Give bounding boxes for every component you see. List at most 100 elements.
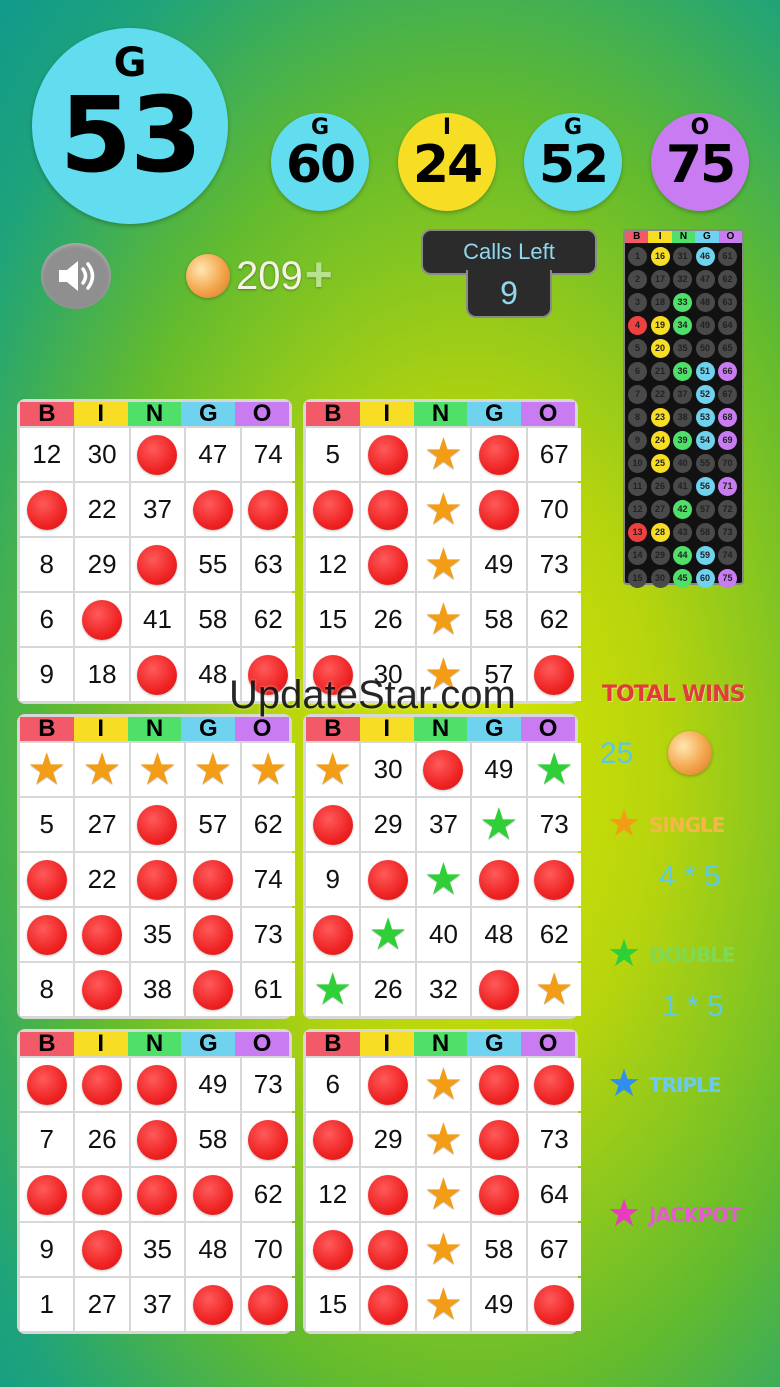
- card-number-cell[interactable]: 5: [306, 428, 360, 481]
- daubed-cell[interactable]: [472, 853, 526, 906]
- card-number-cell[interactable]: 58: [472, 593, 526, 646]
- daubed-cell[interactable]: [241, 483, 295, 536]
- card-number-cell[interactable]: 73: [527, 798, 581, 851]
- daubed-cell[interactable]: [75, 1058, 129, 1111]
- daubed-cell[interactable]: [20, 1168, 74, 1221]
- card-number-cell[interactable]: 30: [75, 428, 129, 481]
- card-number-cell[interactable]: 37: [130, 483, 185, 536]
- card-number-cell[interactable]: 29: [75, 538, 129, 591]
- card-number-cell[interactable]: 12: [306, 1168, 360, 1221]
- card-number-cell[interactable]: 62: [527, 593, 581, 646]
- card-number-cell[interactable]: 40: [416, 908, 471, 961]
- card-number-cell[interactable]: 9: [306, 853, 360, 906]
- daubed-cell[interactable]: [186, 1168, 240, 1221]
- card-number-cell[interactable]: 73: [241, 908, 295, 961]
- card-number-cell[interactable]: 29: [361, 1113, 415, 1166]
- card-number-cell[interactable]: 15: [306, 593, 360, 646]
- daubed-cell[interactable]: [130, 428, 185, 481]
- card-number-cell[interactable]: 73: [527, 1113, 581, 1166]
- winning-cell[interactable]: ★: [186, 743, 240, 796]
- daubed-cell[interactable]: [75, 1223, 129, 1276]
- card-number-cell[interactable]: 37: [416, 798, 471, 851]
- card-number-cell[interactable]: 57: [186, 798, 240, 851]
- card-number-cell[interactable]: 48: [186, 1223, 240, 1276]
- daubed-cell[interactable]: [361, 538, 415, 591]
- card-number-cell[interactable]: 58: [186, 1113, 240, 1166]
- card-number-cell[interactable]: 49: [186, 1058, 240, 1111]
- card-number-cell[interactable]: 67: [527, 428, 581, 481]
- card-number-cell[interactable]: 29: [361, 798, 415, 851]
- daubed-cell[interactable]: [130, 538, 185, 591]
- daubed-cell[interactable]: [130, 1058, 185, 1111]
- card-number-cell[interactable]: 74: [241, 853, 295, 906]
- daubed-cell[interactable]: [306, 798, 360, 851]
- daubed-cell[interactable]: [361, 1278, 415, 1331]
- card-number-cell[interactable]: 22: [75, 853, 129, 906]
- card-number-cell[interactable]: 6: [20, 593, 74, 646]
- daubed-cell[interactable]: [361, 1223, 415, 1276]
- daubed-cell[interactable]: [186, 483, 240, 536]
- card-number-cell[interactable]: 62: [527, 908, 581, 961]
- card-number-cell[interactable]: 1: [20, 1278, 74, 1331]
- daubed-cell[interactable]: [306, 1223, 360, 1276]
- winning-cell[interactable]: ★: [527, 963, 581, 1016]
- daubed-cell[interactable]: [75, 963, 129, 1016]
- card-number-cell[interactable]: 9: [20, 1223, 74, 1276]
- daubed-cell[interactable]: [306, 1113, 360, 1166]
- card-number-cell[interactable]: 58: [186, 593, 240, 646]
- card-number-cell[interactable]: 27: [75, 1278, 129, 1331]
- card-number-cell[interactable]: 30: [361, 743, 415, 796]
- daubed-cell[interactable]: [130, 798, 185, 851]
- winning-cell[interactable]: ★: [472, 798, 526, 851]
- card-number-cell[interactable]: 35: [130, 908, 185, 961]
- daubed-cell[interactable]: [75, 908, 129, 961]
- card-number-cell[interactable]: 70: [527, 483, 581, 536]
- winning-cell[interactable]: ★: [306, 963, 360, 1016]
- card-number-cell[interactable]: 47: [186, 428, 240, 481]
- winning-cell[interactable]: ★: [361, 908, 415, 961]
- daubed-cell[interactable]: [472, 963, 526, 1016]
- card-number-cell[interactable]: 8: [20, 538, 74, 591]
- winning-cell[interactable]: ★: [416, 1278, 471, 1331]
- card-number-cell[interactable]: 62: [241, 593, 295, 646]
- daubed-cell[interactable]: [20, 483, 74, 536]
- daubed-cell[interactable]: [186, 853, 240, 906]
- card-number-cell[interactable]: 26: [75, 1113, 129, 1166]
- daubed-cell[interactable]: [361, 428, 415, 481]
- winning-cell[interactable]: ★: [416, 483, 471, 536]
- daubed-cell[interactable]: [527, 1058, 581, 1111]
- card-number-cell[interactable]: 41: [130, 593, 185, 646]
- daubed-cell[interactable]: [75, 1168, 129, 1221]
- daubed-cell[interactable]: [306, 908, 360, 961]
- card-number-cell[interactable]: 61: [241, 963, 295, 1016]
- daubed-cell[interactable]: [527, 1278, 581, 1331]
- daubed-cell[interactable]: [186, 1278, 240, 1331]
- sound-toggle-button[interactable]: [41, 243, 111, 309]
- daubed-cell[interactable]: [186, 963, 240, 1016]
- winning-cell[interactable]: ★: [416, 1058, 471, 1111]
- daubed-cell[interactable]: [241, 1113, 295, 1166]
- card-number-cell[interactable]: 49: [472, 743, 526, 796]
- daubed-cell[interactable]: [306, 483, 360, 536]
- daubed-cell[interactable]: [472, 428, 526, 481]
- daubed-cell[interactable]: [130, 1113, 185, 1166]
- card-number-cell[interactable]: 8: [20, 963, 74, 1016]
- card-number-cell[interactable]: 37: [130, 1278, 185, 1331]
- card-number-cell[interactable]: 62: [241, 1168, 295, 1221]
- card-number-cell[interactable]: 9: [20, 648, 74, 701]
- winning-cell[interactable]: ★: [416, 1223, 471, 1276]
- card-number-cell[interactable]: 12: [20, 428, 74, 481]
- daubed-cell[interactable]: [20, 908, 74, 961]
- card-number-cell[interactable]: 49: [472, 538, 526, 591]
- daubed-cell[interactable]: [472, 1058, 526, 1111]
- card-number-cell[interactable]: 26: [361, 593, 415, 646]
- card-number-cell[interactable]: 15: [306, 1278, 360, 1331]
- winning-cell[interactable]: ★: [416, 1168, 471, 1221]
- card-number-cell[interactable]: 74: [241, 428, 295, 481]
- daubed-cell[interactable]: [241, 1278, 295, 1331]
- card-number-cell[interactable]: 62: [241, 798, 295, 851]
- winning-cell[interactable]: ★: [75, 743, 129, 796]
- winning-cell[interactable]: ★: [416, 538, 471, 591]
- card-number-cell[interactable]: 55: [186, 538, 240, 591]
- card-number-cell[interactable]: 18: [75, 648, 129, 701]
